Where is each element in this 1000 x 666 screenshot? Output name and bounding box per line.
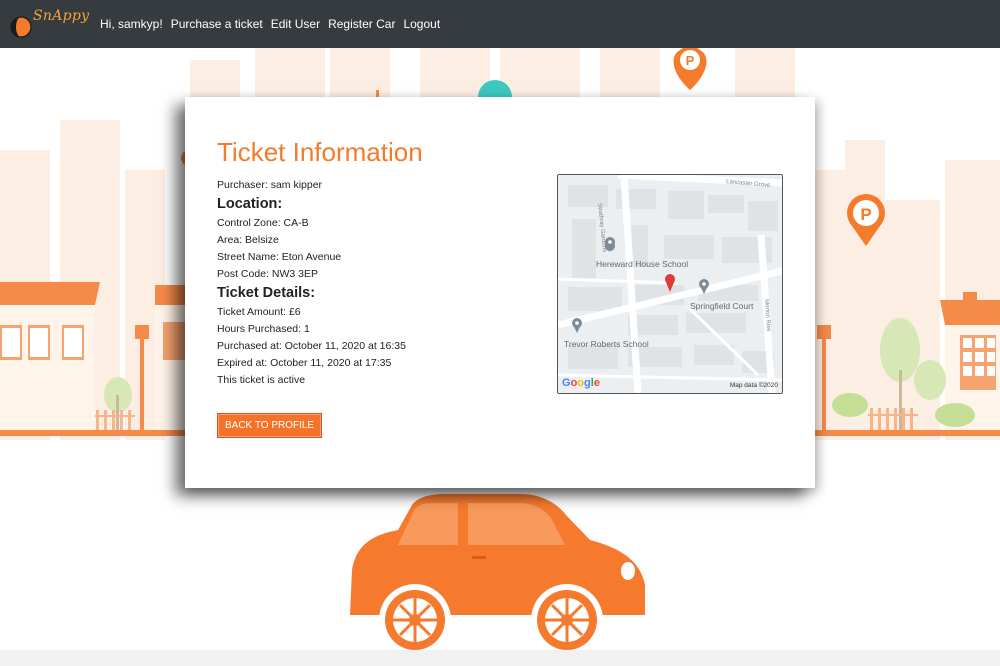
purchased-at-text: Purchased at: October 11, 2020 at 16:35 — [217, 340, 406, 352]
ticket-amount-text: Ticket Amount: £6 — [217, 306, 301, 318]
location-map[interactable]: Hereward House School Springfield Court … — [557, 174, 783, 394]
nav-greeting[interactable]: Hi, samkyp! — [100, 17, 167, 31]
page-title: Ticket Information — [217, 137, 423, 167]
back-to-profile-button[interactable]: BACK TO PROFILE — [217, 413, 323, 438]
brand-link[interactable]: SnAppy — [8, 0, 92, 48]
navbar: SnAppy Hi, samkyp! Purchase a ticket Edi… — [0, 0, 1000, 48]
svg-text:P: P — [860, 205, 871, 224]
map-attribution[interactable]: Map data ©2020 — [730, 382, 778, 389]
map-label-springfield: Springfield Court — [690, 301, 754, 311]
hours-purchased-text: Hours Purchased: 1 — [217, 323, 310, 335]
nav-register-car[interactable]: Register Car — [324, 17, 399, 31]
expired-at-text: Expired at: October 11, 2020 at 17:35 — [217, 357, 392, 369]
ticket-card: Ticket Information Purchaser: sam kipper… — [185, 97, 815, 488]
ticket-details-heading: Ticket Details: — [217, 285, 316, 301]
map-tiles — [558, 175, 782, 393]
purchaser-text: Purchaser: sam kipper — [217, 179, 323, 191]
nav-logout[interactable]: Logout — [399, 17, 444, 31]
brand-name: SnAppy — [33, 8, 90, 24]
post-code-text: Post Code: NW3 3EP — [217, 268, 318, 280]
map-label-trevor: Trevor Roberts School — [564, 339, 649, 349]
nav-purchase-ticket[interactable]: Purchase a ticket — [167, 17, 267, 31]
street-name-text: Street Name: Eton Avenue — [217, 251, 342, 263]
map-label-hereward: Hereward House School — [596, 259, 689, 269]
area-text: Area: Belsize — [217, 234, 279, 246]
control-zone-text: Control Zone: CA-B — [217, 217, 309, 229]
brand-logo-icon — [10, 16, 32, 38]
ticket-status-text: This ticket is active — [217, 374, 306, 386]
nav-edit-user[interactable]: Edit User — [267, 17, 324, 31]
location-heading: Location: — [217, 196, 283, 212]
car-illustration — [350, 494, 645, 656]
svg-text:P: P — [686, 53, 695, 68]
google-logo[interactable]: Google — [562, 377, 600, 389]
ticket-info: Purchaser: sam kipper Location: Control … — [217, 177, 537, 389]
nav-links: Hi, samkyp! Purchase a ticket Edit User … — [100, 17, 444, 31]
